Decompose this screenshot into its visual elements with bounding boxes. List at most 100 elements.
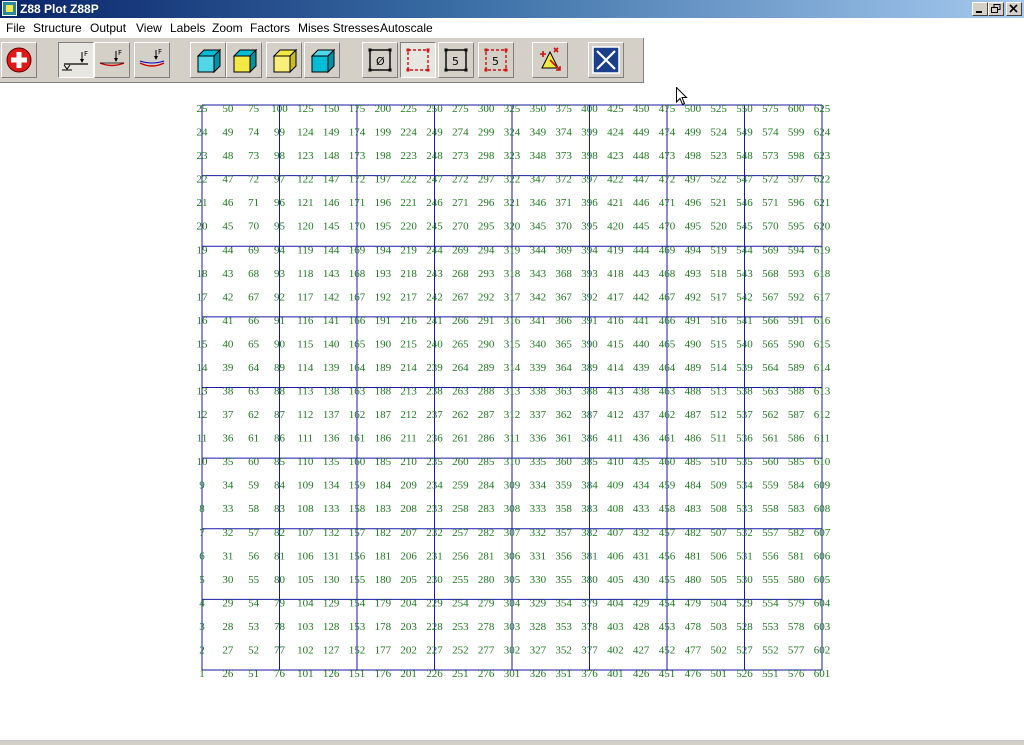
- menu-zoom[interactable]: Zoom: [212, 21, 243, 35]
- node-label: 344: [530, 244, 547, 256]
- menu-file[interactable]: File: [6, 21, 25, 35]
- node-label: 302: [504, 644, 521, 656]
- node-label: 566: [762, 315, 779, 327]
- minimize-button[interactable]: [972, 2, 988, 16]
- node-label: 458: [659, 503, 676, 515]
- svg-text:5: 5: [452, 55, 459, 68]
- node-label: 226: [426, 668, 443, 680]
- structure-both-button[interactable]: F: [134, 42, 170, 78]
- node-label: 453: [659, 621, 676, 633]
- node-label: 258: [452, 503, 469, 515]
- node-label: 282: [478, 527, 495, 539]
- node-label: 286: [478, 433, 495, 445]
- node-label: 260: [452, 456, 469, 468]
- restore-button[interactable]: [988, 2, 1004, 16]
- node-label: 625: [814, 103, 831, 115]
- node-label: 378: [581, 621, 598, 633]
- menu-mises-stresses[interactable]: Mises Stresses: [298, 21, 379, 35]
- menu-output[interactable]: Output: [90, 21, 126, 35]
- labels-elements-button[interactable]: [400, 42, 436, 78]
- view-cube-button-3[interactable]: [266, 42, 302, 78]
- node-label: 11: [197, 433, 208, 445]
- node-label: 519: [710, 244, 727, 256]
- node-label: 481: [685, 550, 702, 562]
- node-label: 287: [478, 409, 495, 421]
- node-label: 310: [504, 456, 521, 468]
- menu-structure[interactable]: Structure: [33, 21, 82, 35]
- node-label: 239: [426, 362, 443, 374]
- menu-view[interactable]: View: [136, 21, 162, 35]
- minimize-icon: [976, 11, 982, 13]
- node-label: 106: [297, 550, 314, 562]
- node-label: 515: [710, 338, 727, 350]
- node-label: 3: [199, 621, 205, 633]
- close-button[interactable]: [1006, 2, 1022, 16]
- node-label: 142: [323, 291, 340, 303]
- node-label: 216: [400, 315, 417, 327]
- node-label: 568: [762, 268, 779, 280]
- node-label: 395: [581, 221, 598, 233]
- node-label: 533: [736, 503, 753, 515]
- close-plot-button[interactable]: [588, 42, 624, 78]
- node-label: 257: [452, 527, 469, 539]
- node-label: 273: [452, 150, 469, 162]
- node-label: 399: [581, 127, 598, 139]
- node-label: 528: [736, 621, 753, 633]
- structure-deformed-button[interactable]: F: [94, 42, 130, 78]
- menu-factors[interactable]: Factors: [250, 21, 290, 35]
- node-label: 586: [788, 433, 805, 445]
- node-label: 241: [426, 315, 443, 327]
- node-label: 43: [222, 268, 234, 280]
- node-label: 315: [504, 338, 521, 350]
- node-label: 416: [607, 315, 624, 327]
- node-label: 303: [504, 621, 521, 633]
- node-label: 200: [375, 103, 392, 115]
- node-label: 384: [581, 480, 598, 492]
- node-label: 596: [788, 197, 805, 209]
- node-label: 72: [248, 174, 259, 186]
- exit-button[interactable]: [1, 42, 37, 78]
- node-label: 146: [323, 197, 340, 209]
- node-label: 520: [710, 221, 727, 233]
- node-label: 367: [555, 291, 572, 303]
- node-label: 564: [762, 362, 779, 374]
- node-label: 36: [222, 433, 234, 445]
- node-label: 445: [633, 221, 650, 233]
- node-label: 542: [736, 291, 753, 303]
- labels-nodes-button[interactable]: 5: [438, 42, 474, 78]
- node-label: 261: [452, 433, 469, 445]
- node-label: 73: [248, 150, 260, 162]
- view-cube-button-2[interactable]: [226, 42, 262, 78]
- structure-undeformed-button[interactable]: F: [58, 42, 94, 78]
- node-label: 489: [685, 362, 702, 374]
- node-label: 171: [349, 197, 366, 209]
- node-label: 429: [633, 597, 650, 609]
- zoom-pan-button[interactable]: [532, 42, 568, 78]
- view-cube-button-4[interactable]: [304, 42, 340, 78]
- labels-none-button[interactable]: Ø: [362, 42, 398, 78]
- node-label: 451: [659, 668, 676, 680]
- node-label: 63: [248, 386, 260, 398]
- node-label: 597: [788, 174, 805, 186]
- menu-autoscale[interactable]: Autoscale: [380, 21, 433, 35]
- view-cube-button-1[interactable]: [190, 42, 226, 78]
- node-label: 364: [555, 362, 572, 374]
- node-label: 103: [297, 621, 314, 633]
- labels-both-button[interactable]: 5: [478, 42, 514, 78]
- node-label: 266: [452, 315, 469, 327]
- node-label: 208: [400, 503, 417, 515]
- node-label: 214: [400, 362, 417, 374]
- node-label: 562: [762, 409, 779, 421]
- node-label: 571: [762, 197, 779, 209]
- node-label: 139: [323, 362, 340, 374]
- node-label: 199: [375, 127, 392, 139]
- node-label: 177: [375, 644, 392, 656]
- node-label: 285: [478, 456, 495, 468]
- node-label: 618: [814, 268, 831, 280]
- node-label: 439: [633, 362, 650, 374]
- labels-nodes-icon: 5: [444, 48, 468, 72]
- menu-labels[interactable]: Labels: [170, 21, 205, 35]
- node-label: 44: [222, 244, 234, 256]
- node-label: 516: [710, 315, 727, 327]
- node-label: 112: [297, 409, 313, 421]
